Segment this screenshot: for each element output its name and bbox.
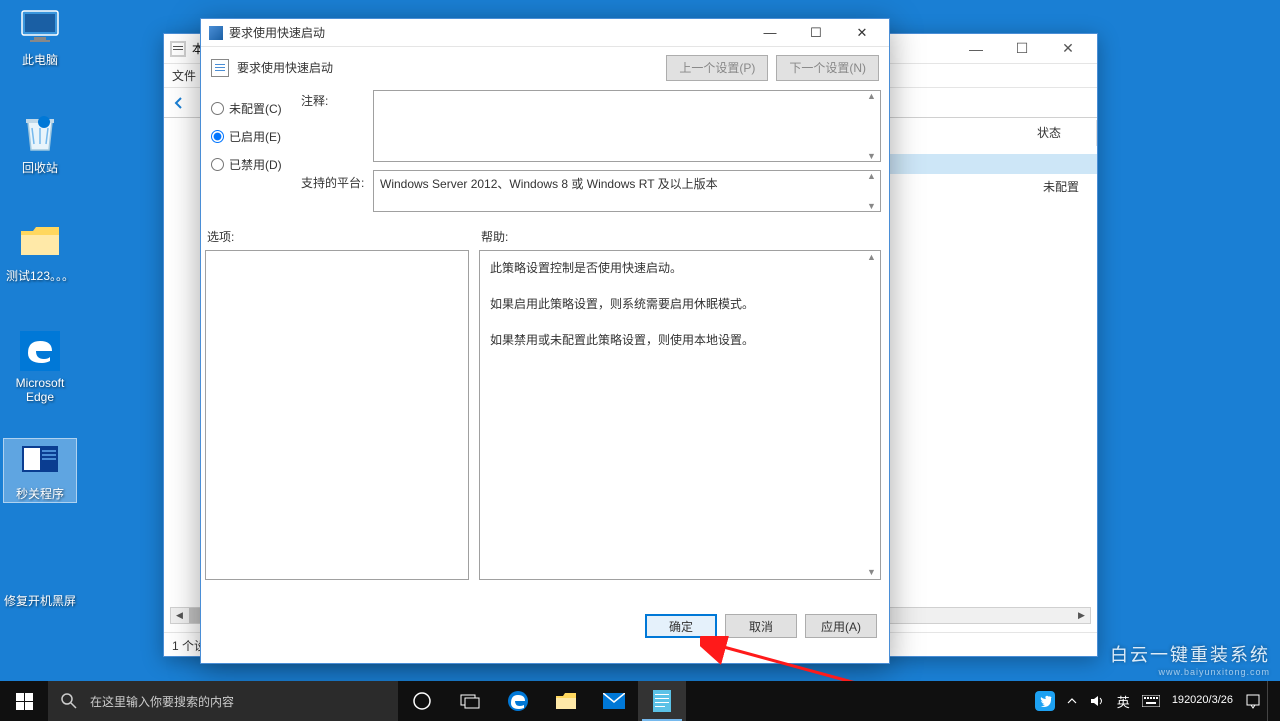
taskbar[interactable]: 在这里输入你要搜索的内容 英 19 2020/3/26 bbox=[0, 681, 1280, 721]
edge-taskbar-icon[interactable] bbox=[494, 681, 542, 721]
tray-notifications-icon[interactable] bbox=[1239, 681, 1267, 721]
radio-enabled[interactable]: 已启用(E) bbox=[211, 122, 301, 150]
clock-time: 19 bbox=[1172, 694, 1184, 707]
desktop-icon-recycle-bin[interactable]: 回收站 bbox=[3, 113, 77, 176]
radio-disabled[interactable]: 已禁用(D) bbox=[211, 150, 301, 178]
help-box: 此策略设置控制是否使用快速启动。 如果启用此策略设置，则系统需要启用休眠模式。 … bbox=[479, 250, 881, 580]
start-button[interactable] bbox=[0, 681, 48, 721]
dialog-title: 要求使用快速启动 bbox=[229, 24, 325, 41]
dialog-header: 要求使用快速启动 上一个设置(P) 下一个设置(N) bbox=[201, 46, 889, 88]
scroll-down-icon[interactable]: ▼ bbox=[867, 566, 876, 580]
desktop-icon-test123[interactable]: 测试123。。。 bbox=[3, 221, 77, 284]
maximize-button[interactable]: ☐ bbox=[999, 34, 1045, 63]
next-setting-button[interactable]: 下一个设置(N) bbox=[776, 55, 879, 81]
icon-label: 秒关程序 bbox=[16, 487, 64, 501]
options-box bbox=[205, 250, 469, 580]
menu-file[interactable]: 文件 bbox=[172, 67, 196, 84]
mail-taskbar-icon[interactable] bbox=[590, 681, 638, 721]
tray-ime[interactable]: 英 bbox=[1111, 681, 1136, 721]
dialog-body: 未配置(C) 已启用(E) 已禁用(D) 注释: ▲▼ 支持的平台: Windo… bbox=[201, 88, 889, 648]
icon-label: 回收站 bbox=[22, 161, 58, 175]
ok-button[interactable]: 确定 bbox=[645, 614, 717, 638]
column-headers: 状态 bbox=[1027, 120, 1097, 146]
this-pc-icon bbox=[19, 5, 61, 47]
window-icon bbox=[170, 41, 186, 57]
search-placeholder: 在这里输入你要搜索的内容 bbox=[90, 693, 234, 710]
recycle-bin-icon bbox=[19, 113, 61, 155]
watermark: 白云一键重装系统 www.baiyunxitong.com bbox=[1110, 641, 1270, 677]
selected-row[interactable] bbox=[889, 154, 1097, 174]
close-button[interactable]: ✕ bbox=[1045, 34, 1091, 63]
icon-label: 此电脑 bbox=[22, 53, 58, 67]
desktop-icon-this-pc[interactable]: 此电脑 bbox=[3, 5, 77, 68]
cortana-button[interactable] bbox=[398, 681, 446, 721]
tray-volume-icon[interactable] bbox=[1083, 681, 1111, 721]
dialog-titlebar[interactable]: 要求使用快速启动 — ☐ ✕ bbox=[201, 19, 889, 46]
comment-textarea[interactable]: ▲▼ bbox=[373, 90, 881, 162]
search-box[interactable]: 在这里输入你要搜索的内容 bbox=[48, 681, 398, 721]
clock-date: 2020/3/26 bbox=[1184, 694, 1233, 707]
radio-label: 已禁用(D) bbox=[229, 156, 282, 173]
toolbar-back[interactable] bbox=[168, 92, 190, 114]
edge-icon bbox=[19, 330, 61, 372]
radio-label: 未配置(C) bbox=[229, 100, 282, 117]
options-label: 选项: bbox=[207, 228, 234, 245]
scroll-up-icon[interactable]: ▲ bbox=[867, 251, 876, 265]
cell-status: 未配置 bbox=[1043, 178, 1079, 195]
icon-label: 测试123。。。 bbox=[6, 269, 74, 283]
scroll-left-icon[interactable]: ◀ bbox=[171, 608, 188, 623]
supported-box: Windows Server 2012、Windows 8 或 Windows … bbox=[373, 170, 881, 212]
policy-setting-dialog[interactable]: 要求使用快速启动 — ☐ ✕ 要求使用快速启动 上一个设置(P) 下一个设置(N… bbox=[200, 18, 890, 664]
cancel-button[interactable]: 取消 bbox=[725, 614, 797, 638]
policy-icon bbox=[211, 59, 229, 77]
dialog-icon bbox=[209, 26, 223, 40]
radio-label: 已启用(E) bbox=[229, 128, 281, 145]
tray-clock[interactable]: 19 2020/3/26 bbox=[1166, 681, 1239, 721]
watermark-text: 白云一键重装系统 bbox=[1110, 645, 1270, 665]
desktop-icon-edge[interactable]: Microsoft Edge bbox=[3, 330, 77, 404]
icon-label: 修复开机黑屏 bbox=[4, 594, 76, 608]
supported-label: 支持的平台: bbox=[301, 174, 364, 191]
search-icon bbox=[60, 692, 78, 710]
tray-app-icon[interactable] bbox=[1029, 681, 1061, 721]
desktop-icon-fix-boot[interactable]: 修复开机黑屏 bbox=[3, 546, 77, 609]
fix-icon bbox=[19, 546, 61, 588]
desktop-icon-shutdown[interactable]: 秒关程序 bbox=[3, 438, 77, 503]
comment-label: 注释: bbox=[301, 92, 328, 109]
scroll-right-icon[interactable]: ▶ bbox=[1073, 608, 1090, 623]
folder-icon bbox=[19, 221, 61, 263]
help-p2: 如果启用此策略设置，则系统需要启用休眠模式。 bbox=[490, 295, 870, 313]
show-desktop-button[interactable] bbox=[1267, 681, 1280, 721]
explorer-taskbar-icon[interactable] bbox=[542, 681, 590, 721]
scroll-down-icon[interactable]: ▼ bbox=[867, 151, 876, 161]
help-p3: 如果禁用或未配置此策略设置，则使用本地设置。 bbox=[490, 331, 870, 349]
close-button[interactable]: ✕ bbox=[839, 20, 885, 46]
header-title: 要求使用快速启动 bbox=[237, 59, 333, 76]
minimize-button[interactable]: — bbox=[953, 34, 999, 63]
state-radio-group: 未配置(C) 已启用(E) 已禁用(D) bbox=[211, 94, 301, 178]
system-tray: 英 19 2020/3/26 bbox=[1029, 681, 1280, 721]
apply-button[interactable]: 应用(A) bbox=[805, 614, 877, 638]
help-p1: 此策略设置控制是否使用快速启动。 bbox=[490, 259, 870, 277]
col-status[interactable]: 状态 bbox=[1027, 120, 1097, 146]
prev-setting-button[interactable]: 上一个设置(P) bbox=[666, 55, 768, 81]
notepad-taskbar-icon[interactable] bbox=[638, 681, 686, 721]
help-label: 帮助: bbox=[481, 228, 508, 245]
scroll-up-icon[interactable]: ▲ bbox=[867, 171, 876, 181]
watermark-sub: www.baiyunxitong.com bbox=[1110, 667, 1270, 677]
supported-text: Windows Server 2012、Windows 8 或 Windows … bbox=[380, 177, 718, 191]
app-icon bbox=[19, 439, 61, 481]
icon-label: Microsoft Edge bbox=[16, 376, 65, 404]
maximize-button[interactable]: ☐ bbox=[793, 20, 839, 46]
scroll-up-icon[interactable]: ▲ bbox=[867, 91, 876, 101]
minimize-button[interactable]: — bbox=[747, 20, 793, 46]
scroll-down-icon[interactable]: ▼ bbox=[867, 201, 876, 211]
radio-not-configured[interactable]: 未配置(C) bbox=[211, 94, 301, 122]
task-view-button[interactable] bbox=[446, 681, 494, 721]
tray-keyboard-icon[interactable] bbox=[1136, 681, 1166, 721]
tray-chevron-icon[interactable] bbox=[1061, 681, 1083, 721]
